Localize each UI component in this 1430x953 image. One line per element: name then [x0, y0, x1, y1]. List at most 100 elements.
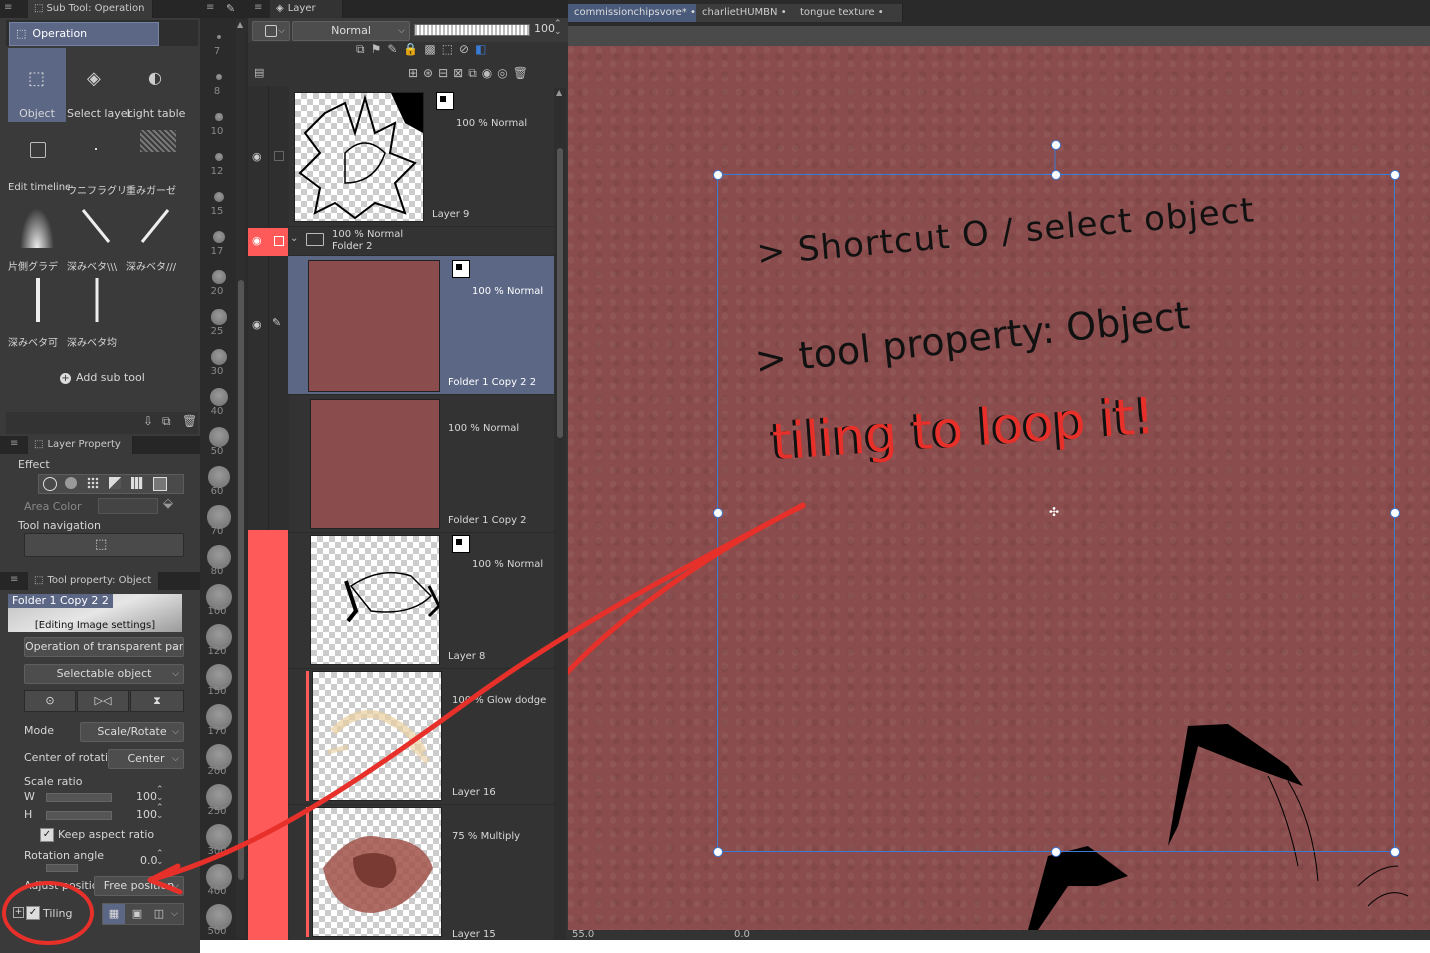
tool-unifuragu[interactable]: ウニフラグリッ — [67, 124, 125, 198]
brush-size-preset[interactable] — [213, 231, 225, 243]
panel-menu-icon[interactable]: ≡ — [206, 2, 214, 13]
layer-scrollbar-track[interactable]: ▲ — [554, 88, 566, 940]
tiling-flip-icon[interactable]: ◫ — [149, 904, 169, 924]
brush-size-preset[interactable] — [215, 113, 223, 121]
height-slider[interactable] — [46, 811, 112, 820]
tiling-checkbox[interactable]: ✓ — [26, 906, 40, 920]
document-tab-active[interactable]: commissionchipsvore* • — [568, 4, 697, 22]
scrollbar-up-icon[interactable]: ▲ — [556, 88, 562, 97]
adjust-position-select[interactable]: Free position ⌵ — [94, 876, 184, 896]
chevron-down-icon[interactable]: ⌄ — [290, 233, 298, 244]
tool-deep-fill-forward[interactable]: 深みベタ/// — [126, 200, 186, 274]
brush-size-preset[interactable] — [210, 348, 228, 366]
area-color-swatch[interactable] — [98, 498, 158, 514]
watercolor-edge-icon[interactable] — [65, 477, 77, 489]
selectable-object-select[interactable]: Selectable object ⌵ — [24, 664, 184, 684]
copy-icon[interactable]: ⧉ — [162, 414, 171, 429]
reset-rotation-button[interactable]: ⊙ — [24, 690, 76, 712]
tool-light-table[interactable]: ◐ Light table — [126, 48, 186, 122]
tool-object[interactable]: ⬚ Object — [8, 48, 66, 122]
fill-bucket-icon[interactable]: ⬙ — [163, 496, 173, 511]
keep-aspect-checkbox[interactable]: ✓ — [40, 828, 54, 842]
close-dot-icon[interactable]: • — [781, 7, 787, 18]
zoom-value[interactable]: 55.0 — [572, 930, 594, 940]
close-dot-icon[interactable]: • — [878, 7, 884, 18]
layer-list-icon[interactable]: ▤ — [254, 66, 264, 79]
tool-deep-fill-back[interactable]: 深みベタ\\\ — [67, 200, 125, 274]
layer-type-select[interactable]: ⌵ — [252, 21, 290, 41]
subtool-group-operation[interactable]: ⬚ Operation — [9, 22, 159, 46]
layer-row[interactable]: 100 % Normal Layer 9 — [288, 88, 554, 227]
height-stepper-icon[interactable]: ⌃ ⌄ — [156, 804, 164, 821]
center-of-rotation-select[interactable]: Center ⌵ — [108, 749, 184, 769]
ruler-icon[interactable]: ⊘ — [459, 42, 475, 56]
document-tab[interactable]: tongue texture • — [794, 4, 903, 22]
tool-gauze[interactable]: 重みガーゼ — [126, 124, 186, 198]
clip-icon[interactable]: ⧉ — [356, 42, 371, 56]
tool-deep-fill-var[interactable]: 深みベタ可 — [8, 276, 66, 350]
rotation-angle-value[interactable]: 0.0 — [140, 854, 158, 867]
scrollbar-up-icon[interactable]: ▲ — [237, 20, 243, 29]
layer-row[interactable]: 100 % Glow dodge Layer 16 — [288, 669, 554, 805]
panel-menu-icon[interactable]: ≡ — [254, 2, 262, 13]
brush-size-preset[interactable] — [208, 466, 230, 488]
add-subtool-button[interactable]: + Add sub tool — [60, 369, 145, 387]
lock-toggle-icon[interactable] — [274, 236, 284, 246]
eye-icon[interactable]: ◉ — [252, 318, 262, 331]
layer-row[interactable]: 75 % Multiply Layer 15 — [288, 805, 554, 940]
opacity-stepper-icon[interactable]: ⌃ ⌄ — [554, 20, 562, 37]
rotation-slider[interactable] — [46, 864, 78, 872]
brush-size-preset[interactable] — [214, 152, 224, 162]
transform-handle-bottom[interactable] — [1051, 847, 1061, 857]
extract-line-icon[interactable] — [109, 477, 121, 489]
brush-size-preset[interactable] — [216, 74, 222, 80]
trash-icon[interactable]: 🗑 — [182, 414, 197, 428]
download-icon[interactable]: ⇩ — [143, 414, 153, 428]
tiling-expand-icon[interactable]: + — [13, 907, 24, 918]
height-value[interactable]: 100 — [136, 808, 157, 821]
tool-gradient[interactable]: 片側グラデ — [8, 200, 66, 274]
width-slider[interactable] — [46, 793, 112, 802]
mask-icon[interactable]: ⬚ — [442, 42, 459, 56]
flip-vertical-button[interactable]: ⧗ — [130, 690, 184, 712]
layer-color-icon[interactable] — [153, 477, 167, 491]
brush-size-preset[interactable] — [212, 270, 226, 284]
transform-handle-right[interactable] — [1390, 508, 1400, 518]
layer-scrollbar-thumb[interactable] — [557, 148, 563, 438]
brush-size-preset[interactable] — [209, 387, 229, 407]
pencil-icon[interactable]: ✎ — [272, 316, 281, 329]
brush-size-preset[interactable] — [209, 427, 229, 447]
tab-subtool-operation[interactable]: ⬚ Sub Tool: Operation — [28, 0, 153, 18]
brush-size-scrollbar-track[interactable]: ▲ — [236, 20, 246, 938]
reference-icon[interactable]: ⚑ — [371, 42, 388, 56]
layer-actions-icons[interactable]: ⊞⊛⊟⊠⧉◉◎🗑 — [408, 66, 533, 81]
brush-size-scrollbar-thumb[interactable] — [238, 280, 244, 880]
brush-size-preset[interactable] — [211, 309, 227, 325]
folder-row[interactable]: 100 % Normal Folder 1 Copy 2 — [288, 395, 554, 533]
opacity-value[interactable]: 100 — [534, 22, 555, 35]
tab-layer-property[interactable]: ⬚ Layer Property — [28, 436, 133, 454]
rotation-handle[interactable] — [1051, 140, 1061, 150]
rotation-stepper-icon[interactable]: ⌃ ⌄ — [156, 850, 164, 867]
panel-menu-icon[interactable]: ≡ — [10, 574, 18, 585]
flip-horizontal-button[interactable]: ▷◁ — [77, 690, 129, 712]
opacity-slider[interactable] — [414, 24, 530, 36]
layer-row[interactable]: 100 % Normal Layer 8 — [288, 533, 554, 669]
eye-icon[interactable]: ◉ — [252, 234, 262, 247]
transform-handle-bottom-right[interactable] — [1390, 847, 1400, 857]
color-icon[interactable]: ◧ — [475, 42, 492, 56]
draft-icon[interactable]: ✎ — [387, 42, 403, 56]
folder-row[interactable]: ⌄ 100 % Normal Folder 2 — [288, 227, 554, 256]
lock-icon[interactable]: 🔒 — [403, 42, 424, 56]
transform-handle-bottom-left[interactable] — [713, 847, 723, 857]
document-tab[interactable]: charlietHUMBN • — [696, 4, 803, 22]
brush-size-preset[interactable] — [217, 35, 221, 39]
tool-edit-timeline[interactable]: Edit timeline — [8, 124, 70, 198]
width-value[interactable]: 100 — [136, 790, 157, 803]
transparent-part-select[interactable]: Operation of transparent part ⌵ — [24, 637, 184, 657]
lock-alpha-icon[interactable]: ▩ — [424, 42, 441, 56]
tool-navigation-button[interactable]: ⬚ — [24, 533, 184, 557]
chevron-down-icon[interactable]: ⌵ — [171, 904, 178, 924]
eye-icon[interactable]: ◉ — [252, 150, 262, 163]
transform-handle-top-left[interactable] — [713, 170, 723, 180]
